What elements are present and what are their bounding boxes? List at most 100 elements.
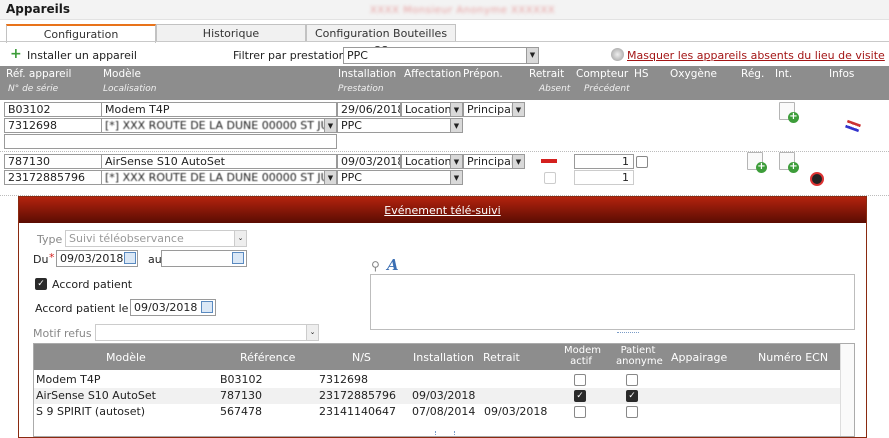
grid-col-patient-anonyme[interactable]: Patient anonyme (616, 345, 663, 367)
motif-refus-select[interactable]: ⌄ (95, 324, 319, 341)
localisation-value: [*] XXX ROUTE DE LA DUNE 00000 ST JUS (105, 119, 336, 132)
resize-handle[interactable] (435, 431, 455, 435)
plus-icon: + (788, 111, 799, 123)
add-intervention-icon[interactable]: + (779, 102, 799, 123)
localisation-select[interactable]: [*] XXX ROUTE DE LA DUNE 00000 ST JUS ▼ (101, 118, 337, 133)
tab-configuration-bouteilles[interactable]: Configuration Bouteilles O2 (306, 24, 456, 57)
add-intervention-icon[interactable]: + (779, 152, 799, 173)
alert-icon[interactable] (810, 172, 824, 186)
grid-col-reference[interactable]: Référence (240, 351, 295, 364)
resize-handle[interactable] (617, 332, 639, 334)
flag-icon (845, 119, 861, 133)
model-field[interactable]: Modem T4P (101, 102, 337, 117)
font-format-icon[interactable]: A (387, 256, 399, 274)
chevron-down-icon[interactable]: ▼ (450, 155, 462, 168)
grid-cell-ns: 23141140647 (319, 405, 396, 418)
affectation-select[interactable]: Location ▼ (401, 154, 463, 169)
prestation-select[interactable]: PPC ▼ (337, 170, 463, 185)
chevron-down-icon[interactable]: ⌄ (306, 325, 318, 340)
prepon-select[interactable]: Principal ▼ (463, 102, 525, 117)
prepon-select[interactable]: Principal ▼ (463, 154, 525, 169)
grid-col-installation[interactable]: Installation (413, 351, 474, 364)
modem-actif-checkbox[interactable] (574, 374, 586, 386)
comment-field[interactable] (4, 134, 337, 149)
accord-patient-checkbox[interactable]: ✓ (35, 278, 47, 290)
grid-cell-installation: 07/08/2014 (412, 405, 476, 418)
chevron-down-icon[interactable]: ▼ (324, 171, 336, 184)
patient-anonyme-checkbox[interactable] (626, 406, 638, 418)
grid-cell-modele: Modem T4P (36, 373, 101, 386)
model-field[interactable]: AirSense S10 AutoSet (101, 154, 337, 169)
required-mark: * (49, 251, 55, 264)
col-ref: Réf. appareil (6, 68, 72, 80)
localisation-select[interactable]: [*] XXX ROUTE DE LA DUNE 00000 ST JUS ▼ (101, 170, 337, 185)
modem-actif-checkbox[interactable] (574, 406, 586, 418)
chevron-down-icon[interactable]: ▼ (324, 119, 336, 132)
col-installation: Installation (338, 68, 397, 80)
tab-historique[interactable]: Historique (156, 24, 306, 42)
absent-checkbox[interactable] (544, 172, 556, 184)
type-value: Suivi téléobservance (69, 232, 184, 245)
modems-grid: Modèle Référence N/S Installation Retrai… (33, 343, 855, 437)
calendar-icon[interactable] (124, 252, 136, 264)
col-reg: Rég. (741, 68, 765, 80)
grid-col-appairage[interactable]: Appairage (671, 351, 727, 364)
col-model: Modèle (103, 68, 141, 80)
dialog-title-bar: Evénement télé-suivi (19, 197, 866, 223)
comment-textarea[interactable] (370, 274, 855, 330)
grid-scrollbar[interactable] (840, 344, 854, 436)
compteur-field[interactable]: 1 (574, 154, 634, 169)
prepon-value: Principal (467, 103, 514, 116)
toggle-icon[interactable] (611, 48, 624, 61)
grid-row[interactable]: AirSense S10 AutoSet 787130 23172885796 … (34, 388, 840, 404)
calendar-icon[interactable] (201, 301, 213, 313)
calendar-icon[interactable] (232, 252, 244, 264)
col-absent: Absent (539, 84, 571, 94)
installation-date[interactable]: 29/06/2018 (337, 102, 401, 117)
col-compteur: Compteur (576, 68, 629, 80)
serial-field[interactable]: 7312698 (4, 118, 102, 133)
chevron-down-icon[interactable]: ▼ (450, 119, 462, 132)
serial-field[interactable]: 23172885796 (4, 170, 102, 185)
grid-cell-modele: S 9 SPIRIT (autoset) (36, 405, 146, 418)
filter-prestation-select[interactable]: PPC ▼ (343, 47, 539, 64)
grid-col-ns[interactable]: N/S (352, 351, 371, 364)
chevron-down-icon[interactable]: ▼ (512, 155, 524, 168)
hide-absent-devices-link[interactable]: Masquer les appareils absents du lieu de… (627, 49, 885, 62)
plus-icon[interactable]: + (10, 47, 22, 61)
retrait-minus-icon[interactable] (541, 159, 557, 163)
grid-col-modem-actif[interactable]: Modem actif (564, 345, 601, 367)
grid-col-modele[interactable]: Modèle (106, 351, 146, 364)
chevron-down-icon[interactable]: ▼ (450, 103, 462, 116)
plus-icon: + (756, 161, 767, 173)
grid-row[interactable]: S 9 SPIRIT (autoset) 567478 23141140647 … (34, 404, 840, 420)
modem-actif-checkbox[interactable]: ✓ (574, 390, 586, 402)
ref-field[interactable]: B03102 (4, 102, 102, 117)
chevron-down-icon[interactable]: ▼ (512, 103, 524, 116)
col-precedent: Précédent (584, 84, 630, 94)
au-label: au (148, 253, 162, 266)
grid-cell-ns: 23172885796 (319, 389, 396, 402)
affectation-select[interactable]: Location ▼ (401, 102, 463, 117)
grid-col-retrait[interactable]: Retrait (483, 351, 520, 364)
chevron-down-icon[interactable]: ⌄ (234, 231, 246, 246)
ref-field[interactable]: 787130 (4, 154, 102, 169)
grid-row[interactable]: Modem T4P B03102 7312698 (34, 372, 840, 388)
type-select[interactable]: Suivi téléobservance ⌄ (65, 230, 247, 247)
installation-date[interactable]: 09/03/2018 (337, 154, 401, 169)
prestation-value: PPC (341, 119, 362, 132)
grid-col-numero-ecn[interactable]: Numéro ECN (758, 351, 828, 364)
prestation-select[interactable]: PPC ▼ (337, 118, 463, 133)
dialog-title[interactable]: Evénement télé-suivi (384, 204, 500, 217)
install-device-link[interactable]: Installer un appareil (27, 49, 137, 62)
search-icon[interactable]: ⚲ (371, 259, 380, 273)
chevron-down-icon[interactable]: ▼ (526, 48, 538, 63)
hs-checkbox[interactable] (636, 156, 648, 168)
add-regulation-icon[interactable]: + (747, 152, 767, 173)
grid-cell-reference: 567478 (220, 405, 262, 418)
patient-anonyme-checkbox[interactable] (626, 374, 638, 386)
chevron-down-icon[interactable]: ▼ (450, 171, 462, 184)
col-infos: Infos (829, 68, 855, 80)
patient-anonyme-checkbox[interactable]: ✓ (626, 390, 638, 402)
precedent-field: 1 (574, 170, 634, 185)
